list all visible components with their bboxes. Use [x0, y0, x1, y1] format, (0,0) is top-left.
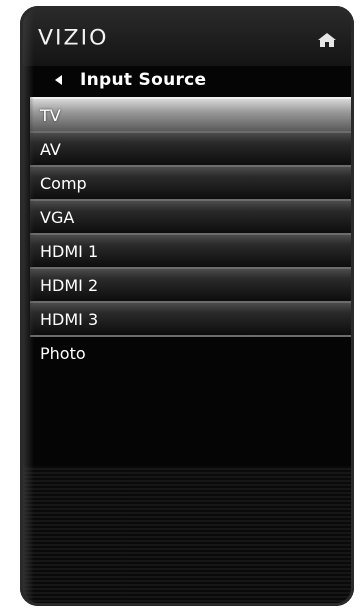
- menu-item-label: HDMI 3: [40, 309, 99, 329]
- menu-item-label: AV: [40, 139, 61, 159]
- menu-item-vga[interactable]: VGA: [30, 199, 354, 233]
- menu-item-photo[interactable]: Photo: [30, 335, 354, 369]
- menu-item-label: Comp: [40, 173, 87, 193]
- home-icon[interactable]: [318, 33, 336, 47]
- menu-item-label: Photo: [40, 343, 86, 363]
- menu-item-hdmi-3[interactable]: HDMI 3: [30, 301, 354, 335]
- tv-menu-panel: VIZIO Input Source TV AV Comp VGA HDMI 1…: [20, 6, 354, 606]
- menu-title: Input Source: [80, 70, 207, 90]
- menu-item-label: HDMI 1: [40, 241, 99, 261]
- menu-item-hdmi-2[interactable]: HDMI 2: [30, 267, 354, 301]
- menu-item-label: VGA: [40, 207, 75, 227]
- input-source-list: TV AV Comp VGA HDMI 1 HDMI 2 HDMI 3 Phot…: [30, 97, 354, 369]
- vizio-logo: VIZIO: [38, 26, 109, 51]
- menu-item-comp[interactable]: Comp: [30, 165, 354, 199]
- menu-header: VIZIO: [20, 6, 354, 66]
- back-to-previous-menu[interactable]: Input Source: [30, 68, 354, 92]
- menu-item-label: TV: [40, 105, 61, 125]
- menu-item-av[interactable]: AV: [30, 131, 354, 165]
- menu-item-label: HDMI 2: [40, 275, 99, 295]
- bottom-scanline-texture: [20, 466, 354, 606]
- menu-item-tv[interactable]: TV: [30, 97, 354, 131]
- panel-left-bevel: [20, 6, 34, 606]
- menu-item-hdmi-1[interactable]: HDMI 1: [30, 233, 354, 267]
- triangle-left-icon: [55, 75, 62, 85]
